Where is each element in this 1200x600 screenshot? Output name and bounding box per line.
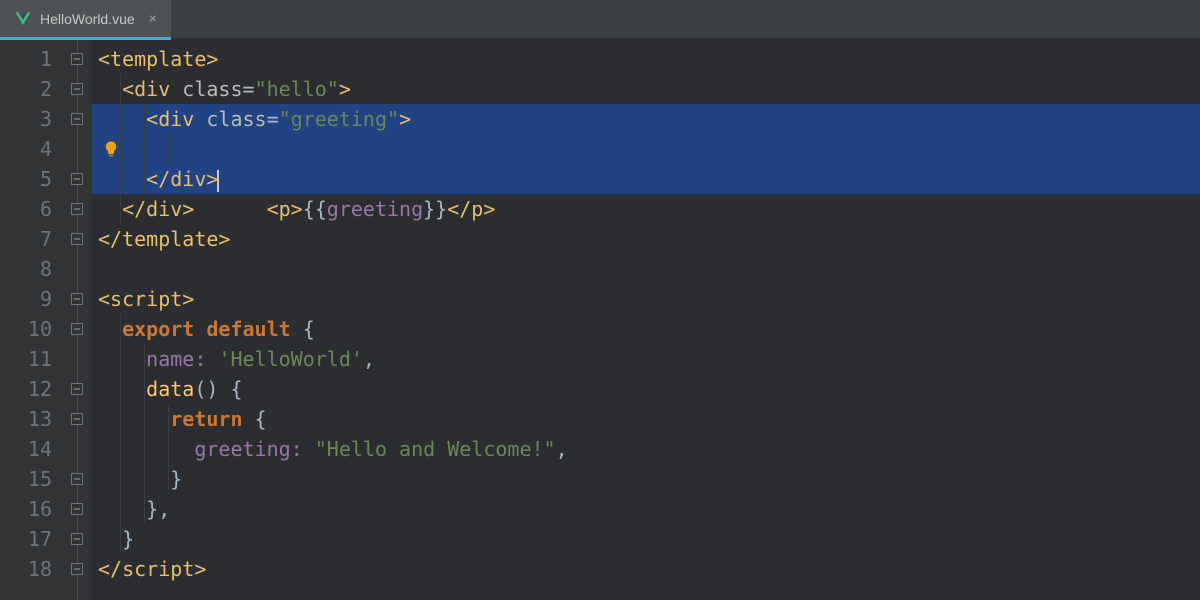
fold-gutter (62, 40, 92, 600)
line-number: 15 (0, 464, 52, 494)
line-number: 12 (0, 374, 52, 404)
code-line[interactable]: data() { (92, 374, 1200, 404)
line-number: 8 (0, 254, 52, 284)
file-tab[interactable]: HelloWorld.vue × (0, 0, 171, 38)
line-number: 6 (0, 194, 52, 224)
line-number: 4 (0, 134, 52, 164)
line-number: 16 (0, 494, 52, 524)
line-number: 18 (0, 554, 52, 584)
code-editor[interactable]: 1 2 3 4 5 6 7 8 9 10 11 12 13 14 15 16 1… (0, 40, 1200, 600)
line-number: 11 (0, 344, 52, 374)
fold-toggle-icon[interactable] (71, 83, 83, 95)
code-line[interactable]: export default { (92, 314, 1200, 344)
line-number: 7 (0, 224, 52, 254)
line-number: 9 (0, 284, 52, 314)
code-line[interactable]: </div> (92, 194, 1200, 224)
fold-toggle-icon[interactable] (71, 383, 83, 395)
fold-toggle-icon[interactable] (71, 113, 83, 125)
code-line[interactable]: greeting: "Hello and Welcome!", (92, 434, 1200, 464)
line-number: 17 (0, 524, 52, 554)
code-line[interactable] (92, 254, 1200, 284)
code-line[interactable]: </div> (92, 164, 1200, 194)
line-number: 1 (0, 44, 52, 74)
tab-bar: HelloWorld.vue × (0, 0, 1200, 40)
code-line[interactable]: <div class="greeting"> (92, 104, 1200, 134)
fold-toggle-icon[interactable] (71, 533, 83, 545)
vue-file-icon (14, 10, 32, 28)
code-line[interactable]: <template> (92, 44, 1200, 74)
code-line[interactable]: } (92, 464, 1200, 494)
code-line[interactable]: </template> (92, 224, 1200, 254)
code-line[interactable]: }, (92, 494, 1200, 524)
fold-toggle-icon[interactable] (71, 233, 83, 245)
code-line[interactable]: </script> (92, 554, 1200, 584)
fold-toggle-icon[interactable] (71, 503, 83, 515)
line-number: 14 (0, 434, 52, 464)
line-number: 3 (0, 104, 52, 134)
close-icon[interactable]: × (149, 11, 157, 27)
editor-window: HelloWorld.vue × 1 2 3 4 5 6 7 8 9 10 11… (0, 0, 1200, 600)
code-line[interactable]: <p>{{greeting}}</p> (92, 134, 1200, 164)
fold-toggle-icon[interactable] (71, 53, 83, 65)
code-area[interactable]: <template> <div class="hello"> <div clas… (92, 40, 1200, 600)
lightbulb-icon[interactable] (102, 140, 120, 158)
line-number: 5 (0, 164, 52, 194)
code-line[interactable]: name: 'HelloWorld', (92, 344, 1200, 374)
fold-toggle-icon[interactable] (71, 173, 83, 185)
fold-toggle-icon[interactable] (71, 293, 83, 305)
fold-toggle-icon[interactable] (71, 413, 83, 425)
line-number-gutter: 1 2 3 4 5 6 7 8 9 10 11 12 13 14 15 16 1… (0, 40, 62, 600)
fold-toggle-icon[interactable] (71, 203, 83, 215)
text-cursor (217, 170, 219, 192)
fold-toggle-icon[interactable] (71, 563, 83, 575)
line-number: 10 (0, 314, 52, 344)
line-number: 13 (0, 404, 52, 434)
fold-toggle-icon[interactable] (71, 473, 83, 485)
line-number: 2 (0, 74, 52, 104)
code-line[interactable]: } (92, 524, 1200, 554)
fold-toggle-icon[interactable] (71, 323, 83, 335)
code-line[interactable]: <div class="hello"> (92, 74, 1200, 104)
code-line[interactable]: return { (92, 404, 1200, 434)
code-line[interactable]: <script> (92, 284, 1200, 314)
tab-filename: HelloWorld.vue (40, 11, 135, 27)
